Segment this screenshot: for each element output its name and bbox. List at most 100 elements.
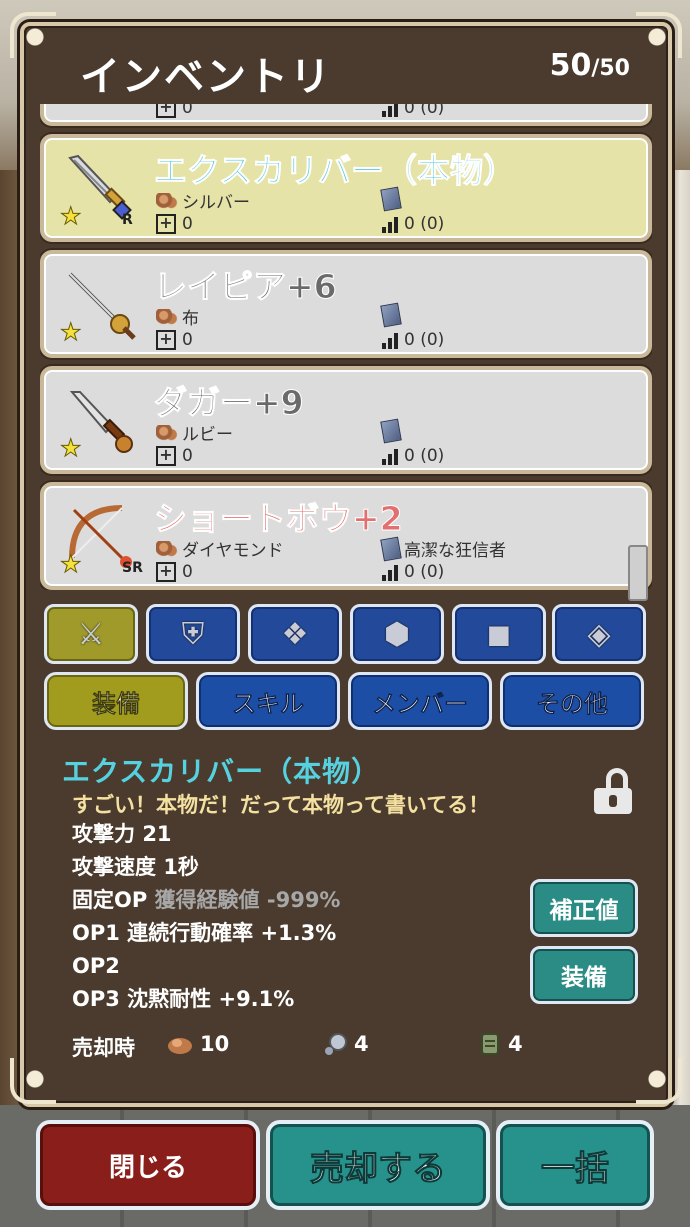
corner-ornament-icon [636,12,682,58]
scroll-icon [380,186,402,212]
gem-icon [325,1033,347,1055]
bar-chart-icon [382,447,398,465]
bar-chart-icon [382,563,398,581]
sell-scroll-amount: 4 [508,1032,523,1056]
list-item-partial[interactable]: +0 0 (0) [40,104,652,126]
tab-member[interactable]: メンバー [348,672,492,730]
ore-icon [156,424,178,441]
sell-value-row: 売却時 10 4 4 [72,1028,632,1064]
list-item-excalibur[interactable]: ★ R エクスカリバー（本物） シルバー +0 0 (0) [40,134,652,242]
ore-icon [156,308,178,325]
sell-button[interactable]: 売却する [266,1120,490,1210]
enhance-value: +0 [156,104,193,118]
tab-equipment[interactable]: 装備 [44,672,188,730]
star-icon: ★ [60,318,82,347]
item-name: ショートボウ+2 [154,499,404,539]
inventory-count-max: 50 [599,56,630,81]
stat-op2: OP2 [72,954,120,978]
category-tabs: ⚔ ⛨ ❖ ⬢ ◼ ◈ [44,604,646,664]
category-boots[interactable]: ◼ [452,604,546,664]
stat-value: 0 (0) [382,562,444,582]
enhance-value: +0 [156,446,193,466]
ore-icon [156,540,178,557]
bar-chart-icon [382,331,398,349]
bulk-button[interactable]: 一括 [496,1120,654,1210]
material: ダイヤモンド [156,536,284,561]
category-shield[interactable]: ⬢ [350,604,444,664]
sell-gem-amount: 4 [354,1032,369,1056]
inventory-count-current: 50 [549,48,592,83]
option [380,418,404,444]
category-accessory[interactable]: ◈ [552,604,646,664]
option [380,186,404,212]
list-item-shortbow[interactable]: ★ SR ショートボウ+2 ダイヤモンド 高潔な狂信者 +0 0 (0) [40,482,652,590]
stat-op3: OP3 沈黙耐性 +9.1% [72,987,295,1011]
list-item-rapier[interactable]: ★ レイピア+6 布 +0 0 (0) [40,250,652,358]
item-name: エクスカリバー（本物） [153,151,517,191]
category-weapon[interactable]: ⚔ [44,604,138,664]
category-armor[interactable]: ⛨ [146,604,240,664]
material: 布 [156,304,199,329]
rarity-badge: SR [122,560,143,576]
plus-icon: + [156,330,176,350]
tab-other[interactable]: その他 [500,672,644,730]
scroll-icon [481,1033,499,1055]
list-scrollbar[interactable] [628,545,648,601]
stat-value: 0 (0) [382,446,444,466]
enhance-value: +0 [156,214,193,234]
scroll-icon [380,302,402,328]
enhance-value: +0 [156,562,193,582]
weapon-icon: ⚔ [77,616,105,652]
scroll-icon [380,536,402,561]
inventory-count: 50/50 [549,48,630,83]
item-name: レイピア+6 [154,267,338,307]
boots-icon: ◼ [486,616,512,652]
stat-value: 0 (0) [382,104,444,118]
option: 高潔な狂信者 [380,536,506,561]
plus-icon: + [156,104,176,118]
tab-skill[interactable]: スキル [196,672,340,730]
detail-item-name: エクスカリバー（本物） [62,755,381,788]
material: シルバー [156,188,250,213]
plus-icon: + [156,214,176,234]
stat-value: 0 (0) [382,214,444,234]
corner-ornament-icon [10,1058,56,1104]
star-icon: ★ [60,434,82,463]
sell-label: 売却時 [72,1036,135,1060]
scroll-icon [380,418,402,444]
bar-chart-icon [382,215,398,233]
item-list[interactable]: +0 0 (0) ★ R エクスカリバー（本物） シルバー +0 0 (0) ★… [40,104,652,590]
stat-fixed-op: 固定OP 獲得経験値 -999% [72,888,341,912]
close-button[interactable]: 閉じる [36,1120,260,1210]
rarity-badge: R [122,212,133,228]
accessory-icon: ◈ [587,616,611,652]
plus-icon: + [156,562,176,582]
enhance-value: +0 [156,330,193,350]
cape-icon: ❖ [281,616,309,652]
correction-button[interactable]: 補正値 [530,879,638,937]
page-title: インベントリ [80,54,332,100]
unlock-icon[interactable] [592,768,634,816]
star-icon: ★ [60,550,82,579]
corner-ornament-icon [636,1058,682,1104]
armor-icon: ⛨ [181,616,205,652]
bar-chart-icon [382,104,398,117]
stat-speed: 攻撃速度 1秒 [72,855,199,879]
category-cape[interactable]: ❖ [248,604,342,664]
sell-ore-amount: 10 [200,1032,230,1056]
main-tabs: 装備 スキル メンバー その他 [44,672,644,730]
stat-attack: 攻撃力 21 [72,822,172,846]
option [380,302,404,328]
star-icon: ★ [60,202,82,231]
ore-icon [168,1038,192,1054]
list-item-dagger[interactable]: ★ ダガー+9 ルビー +0 0 (0) [40,366,652,474]
item-name: ダガー+9 [154,383,305,423]
corner-ornament-icon [10,12,56,58]
plus-icon: + [156,446,176,466]
detail-stats: 攻撃力 21 攻撃速度 1秒 固定OP 獲得経験値 -999% OP1 連続行動… [72,818,340,1016]
stat-op1: OP1 連続行動確率 +1.3% [72,921,337,945]
shield-icon: ⬢ [383,616,411,652]
equip-button[interactable]: 装備 [530,946,638,1004]
ore-icon [156,192,178,209]
detail-description: すごい！本物だ！だって本物って書いてる！ [72,793,490,817]
